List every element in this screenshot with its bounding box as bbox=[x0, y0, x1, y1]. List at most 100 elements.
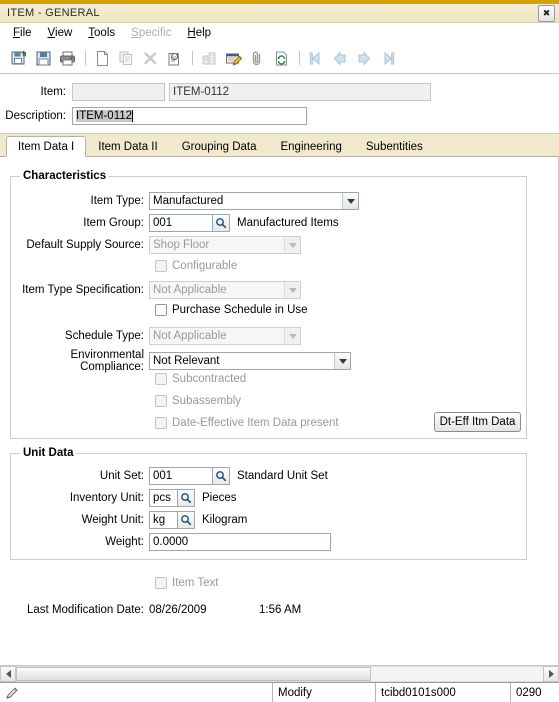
application-window: ITEM - GENERAL ✖ File View Tools Specifi… bbox=[0, 0, 559, 702]
tab-grouping-data[interactable]: Grouping Data bbox=[170, 136, 269, 156]
next-record-icon[interactable] bbox=[353, 47, 375, 69]
previous-record-icon[interactable] bbox=[329, 47, 351, 69]
scroll-right-icon[interactable] bbox=[543, 666, 559, 682]
notes-icon[interactable] bbox=[222, 47, 244, 69]
item-type-specification-row: Item Type Specification: Not Applicable bbox=[14, 281, 374, 299]
item-row: Item: ITEM-0112 bbox=[0, 83, 559, 101]
unit-set-description: Standard Unit Set bbox=[237, 470, 328, 482]
subcontracted-row: Subcontracted bbox=[155, 373, 246, 385]
purchase-schedule-checkbox[interactable] bbox=[155, 304, 167, 316]
last-modification-label: Last Modification Date: bbox=[27, 604, 144, 616]
item-group-row: Item Group: 001 Manufactured Items bbox=[14, 214, 414, 232]
description-row: Description: ITEM-0112 bbox=[0, 107, 559, 125]
tab-item-data-ii[interactable]: Item Data II bbox=[86, 136, 169, 156]
environmental-compliance-combo[interactable]: Not Relevant bbox=[149, 352, 351, 370]
header-fields: Item: ITEM-0112 Description: ITEM-0112 bbox=[0, 74, 559, 134]
default-supply-source-combo: Shop Floor bbox=[149, 236, 301, 254]
menu-item-file[interactable]: File bbox=[6, 25, 41, 41]
chevron-down-icon[interactable] bbox=[342, 193, 358, 209]
status-session: tcibd0101s000 bbox=[381, 686, 456, 699]
save-and-new-icon[interactable] bbox=[8, 47, 30, 69]
item-type-label: Item Type: bbox=[90, 195, 144, 207]
first-record-icon[interactable] bbox=[305, 47, 327, 69]
pencil-icon bbox=[0, 683, 272, 702]
inventory-unit-input[interactable]: pcs bbox=[149, 489, 178, 507]
status-mode: Modify bbox=[278, 686, 312, 699]
weight-unit-input[interactable]: kg bbox=[149, 511, 178, 529]
delete-icon[interactable] bbox=[139, 47, 161, 69]
menu-item-help[interactable]: Help bbox=[180, 25, 220, 41]
new-document-icon[interactable] bbox=[91, 47, 113, 69]
menu-item-view[interactable]: View bbox=[41, 25, 82, 41]
item-type-value: Manufactured bbox=[153, 195, 224, 207]
horizontal-scrollbar[interactable] bbox=[0, 665, 559, 682]
environmental-compliance-label: Environmental Compliance: bbox=[70, 349, 144, 373]
save-icon[interactable] bbox=[32, 47, 54, 69]
subassembly-label: Subassembly bbox=[172, 395, 242, 407]
toolbar-separator bbox=[299, 51, 300, 65]
item-code-input[interactable] bbox=[72, 83, 165, 101]
description-value: ITEM-0112 bbox=[76, 110, 133, 122]
menu-item-specific: Specific bbox=[131, 27, 172, 39]
item-type-specification-value: Not Applicable bbox=[153, 284, 227, 296]
dt-eff-itm-data-button[interactable]: Dt-Eff Itm Data bbox=[434, 412, 521, 432]
inventory-unit-row: Inventory Unit: pcs Pieces bbox=[14, 489, 237, 507]
print-icon[interactable] bbox=[56, 47, 78, 69]
last-modification-time: 1:56 AM bbox=[259, 604, 302, 616]
scroll-left-icon[interactable] bbox=[0, 666, 16, 682]
subcontracted-checkbox bbox=[155, 373, 167, 385]
form-content: Characteristics Item Type: Manufactured … bbox=[0, 157, 559, 665]
unit-set-input[interactable]: 001 bbox=[149, 467, 213, 485]
refresh-icon[interactable] bbox=[270, 47, 292, 69]
configurable-checkbox bbox=[155, 260, 167, 272]
tab-engineering[interactable]: Engineering bbox=[268, 136, 353, 156]
weight-unit-row: Weight Unit: kg Kilogram bbox=[14, 511, 247, 529]
weight-unit-description: Kilogram bbox=[202, 514, 248, 526]
company-icon[interactable] bbox=[198, 47, 220, 69]
item-text-label: Item Text bbox=[172, 577, 219, 589]
description-input[interactable]: ITEM-0112 bbox=[72, 107, 307, 125]
default-supply-source-value: Shop Floor bbox=[153, 239, 210, 251]
weight-row: Weight: 0.0000 bbox=[14, 533, 331, 551]
item-group-description: Manufactured Items bbox=[237, 217, 339, 229]
search-icon[interactable] bbox=[213, 214, 230, 232]
toolbar-separator bbox=[85, 51, 86, 65]
chevron-down-icon bbox=[284, 237, 300, 253]
chevron-down-icon bbox=[284, 282, 300, 298]
item-group-input[interactable]: 001 bbox=[149, 214, 213, 232]
environmental-compliance-value: Not Relevant bbox=[153, 355, 220, 367]
subassembly-row: Subassembly bbox=[155, 395, 241, 407]
menu-bar: File View Tools Specific Help bbox=[0, 23, 559, 43]
item-type-row: Item Type: Manufactured bbox=[14, 192, 374, 210]
tab-item-data-i[interactable]: Item Data I bbox=[6, 136, 87, 157]
chevron-down-icon[interactable] bbox=[334, 353, 350, 369]
schedule-type-value: Not Applicable bbox=[153, 330, 227, 342]
purchase-schedule-row: Purchase Schedule in Use bbox=[155, 304, 308, 316]
search-icon[interactable] bbox=[213, 467, 230, 485]
scrollbar-thumb[interactable] bbox=[16, 667, 371, 681]
search-icon[interactable] bbox=[178, 511, 195, 529]
menu-item-tools[interactable]: Tools bbox=[81, 25, 124, 41]
title-bar: ITEM - GENERAL ✖ bbox=[0, 4, 559, 23]
weight-input[interactable]: 0.0000 bbox=[149, 533, 331, 551]
configurable-row: Configurable bbox=[155, 260, 237, 272]
schedule-type-row: Schedule Type: Not Applicable bbox=[14, 327, 374, 345]
attachment-icon[interactable] bbox=[246, 47, 268, 69]
date-effective-label: Date-Effective Item Data present bbox=[172, 417, 339, 429]
status-code: 0290 bbox=[516, 686, 542, 699]
environmental-compliance-row: Environmental Compliance: Not Relevant bbox=[14, 349, 374, 373]
item-text-checkbox bbox=[155, 577, 167, 589]
scrollbar-track[interactable] bbox=[16, 666, 543, 682]
date-effective-row: Date-Effective Item Data present bbox=[155, 417, 339, 429]
properties-icon[interactable] bbox=[163, 47, 185, 69]
item-label: Item: bbox=[40, 86, 66, 98]
item-group-label: Item Group: bbox=[83, 217, 144, 229]
close-icon[interactable]: ✖ bbox=[538, 5, 555, 22]
copy-icon[interactable] bbox=[115, 47, 137, 69]
unit-data-title: Unit Data bbox=[20, 447, 77, 459]
search-icon[interactable] bbox=[178, 489, 195, 507]
item-type-combo[interactable]: Manufactured bbox=[149, 192, 359, 210]
weight-unit-label: Weight Unit: bbox=[81, 514, 144, 526]
tab-subentities[interactable]: Subentities bbox=[354, 136, 435, 156]
last-record-icon[interactable] bbox=[377, 47, 399, 69]
